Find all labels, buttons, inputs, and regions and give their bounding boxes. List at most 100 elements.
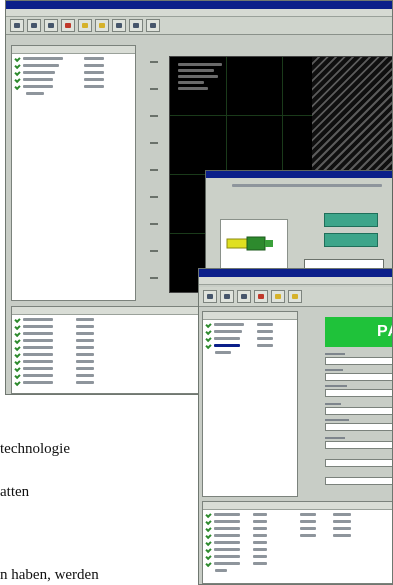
table-row[interactable] [205,518,391,525]
table-row[interactable] [14,351,218,358]
body-text-line-2: atten [0,484,30,500]
save-icon[interactable] [44,19,58,32]
list-item[interactable] [14,62,133,69]
runner-results-table[interactable] [202,501,392,584]
check-icon [14,351,21,358]
dialog-heading [232,184,382,187]
check-icon [205,546,212,553]
table-row[interactable] [14,344,218,351]
table-row[interactable] [14,365,218,372]
table-row[interactable] [205,539,391,546]
input-field-4[interactable] [325,407,392,415]
runner-test-list[interactable] [202,311,298,497]
check-icon [14,344,21,351]
runner-list-header [203,312,297,320]
table-row[interactable] [205,560,391,567]
save-icon[interactable] [237,290,251,303]
table-row[interactable] [14,323,218,330]
table-row[interactable] [14,379,218,386]
table-row[interactable] [205,511,391,518]
open-icon[interactable] [220,290,234,303]
list-item[interactable] [205,335,295,342]
runner-title-bar [199,269,392,277]
input-field-3[interactable] [325,389,392,397]
input-field-7[interactable] [325,459,392,467]
body-text-line-3: n haben, werden [0,567,99,583]
main-menu-bar[interactable] [6,9,392,17]
table-row[interactable] [205,546,391,553]
check-icon [205,321,212,328]
table-row[interactable] [14,358,218,365]
check-icon [14,379,21,386]
list-item[interactable] [14,55,133,62]
runner-menu-bar[interactable] [199,277,392,285]
list-item[interactable] [205,328,295,335]
table-row[interactable] [14,330,218,337]
input-field-2[interactable] [325,373,392,381]
teal-value-field-2[interactable] [324,233,378,247]
list-item[interactable] [205,321,295,328]
table-row[interactable] [14,372,218,379]
table-row[interactable] [205,532,391,539]
runner-results-header [203,502,392,510]
input-field-5[interactable] [325,423,392,431]
table-row[interactable] [215,568,391,573]
stop-icon[interactable] [254,290,268,303]
check-icon [14,337,21,344]
chart-icon[interactable] [288,290,302,303]
list-item[interactable] [14,76,133,83]
table-row[interactable] [14,337,218,344]
runner-toolbar [199,287,392,307]
connector-dialog [205,170,393,275]
chart-icon[interactable] [95,19,109,32]
check-icon [14,358,21,365]
check-icon [14,330,21,337]
check-icon [205,511,212,518]
test-list-panel[interactable] [11,45,136,301]
check-icon [205,560,212,567]
scope-readout [178,61,238,101]
connector-preview [220,219,288,271]
check-icon [14,83,21,90]
info-icon[interactable] [146,19,160,32]
check-icon [14,372,21,379]
open-icon[interactable] [27,19,41,32]
check-icon [14,55,21,62]
play-icon[interactable] [271,290,285,303]
check-icon [14,323,21,330]
check-icon [205,342,212,349]
input-field-6[interactable] [325,441,392,449]
new-icon[interactable] [10,19,24,32]
check-icon [205,553,212,560]
check-icon [14,76,21,83]
list-item-selected[interactable] [205,342,295,349]
stop-icon[interactable] [61,19,75,32]
table-row[interactable] [205,525,391,532]
main-title-bar [6,1,392,9]
dialog-title-bar [206,171,392,178]
check-icon [205,518,212,525]
new-icon[interactable] [203,290,217,303]
table-row[interactable] [14,316,218,323]
table-row[interactable] [205,553,391,560]
list-item[interactable] [215,350,295,355]
connector-icon [226,236,273,251]
check-icon [14,69,21,76]
input-field-8[interactable] [325,477,392,485]
list-item[interactable] [26,91,133,96]
test-runner-window: PAS [198,268,393,585]
play-icon[interactable] [78,19,92,32]
settings-icon[interactable] [129,19,143,32]
input-field-1[interactable] [325,357,392,365]
results-table-header [12,307,220,315]
list-item[interactable] [14,69,133,76]
check-icon [205,328,212,335]
check-icon [205,532,212,539]
check-icon [205,335,212,342]
test-list-header [12,46,135,54]
zoom-icon[interactable] [112,19,126,32]
list-item[interactable] [14,83,133,90]
results-table[interactable] [11,306,221,394]
body-text-line-1: technologie [0,441,70,457]
teal-value-field-1[interactable] [324,213,378,227]
